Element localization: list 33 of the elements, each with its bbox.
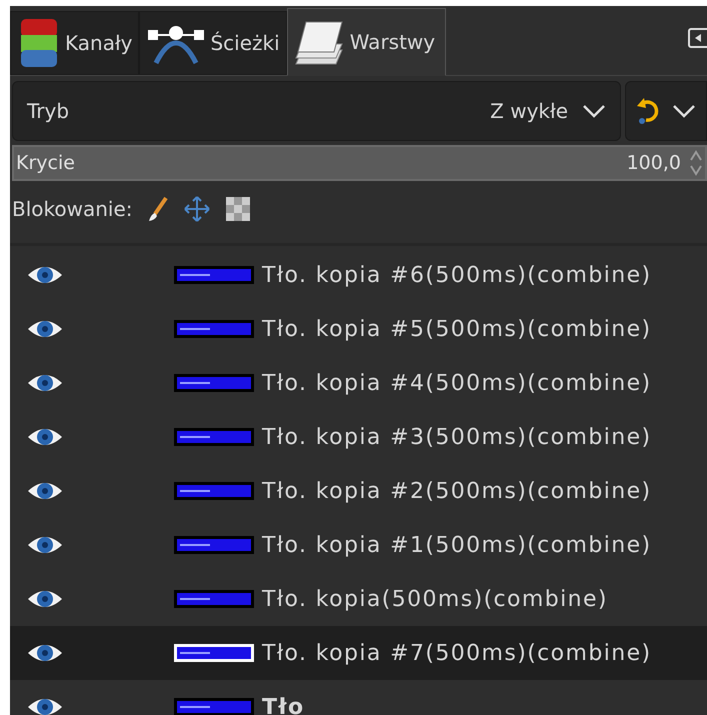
tab[interactable]: Warstwy bbox=[286, 8, 446, 76]
brush-icon[interactable] bbox=[146, 196, 169, 222]
layer-row[interactable]: Tło. kopia #7(500ms)(combine) bbox=[10, 626, 707, 680]
layer-row[interactable]: Tło. kopia #4(500ms)(combine) bbox=[10, 356, 707, 410]
layer-name: Tło. kopia #5(500ms)(combine) bbox=[262, 316, 652, 344]
move-icon[interactable] bbox=[182, 195, 211, 223]
layer-row[interactable]: Tło. kopia #1(500ms)(combine) bbox=[10, 518, 707, 572]
lock-label: Blokowanie: bbox=[12, 196, 133, 223]
checkerboard-icon[interactable] bbox=[224, 196, 251, 222]
layer-name: Tło. kopia(500ms)(combine) bbox=[262, 586, 608, 614]
layer-row[interactable]: Tło. kopia #3(500ms)(combine) bbox=[10, 410, 707, 464]
layer-name: Tło. kopia #1(500ms)(combine) bbox=[262, 532, 652, 560]
layer-name: Tło bbox=[262, 694, 304, 715]
tab[interactable]: Ścieżki bbox=[139, 11, 287, 75]
chevron-icon bbox=[672, 104, 696, 118]
reset-mode-button[interactable] bbox=[625, 81, 707, 141]
layer-name: Tło. kopia #2(500ms)(combine) bbox=[262, 478, 652, 506]
panel-menu-icon[interactable] bbox=[687, 27, 707, 49]
chevron-icon bbox=[582, 104, 606, 118]
mode-dropdown[interactable]: Tryb Z wykłe bbox=[12, 81, 621, 141]
layer-name: Tło. kopia #3(500ms)(combine) bbox=[262, 424, 652, 452]
layer-row[interactable]: Tło. kopia #6(500ms)(combine) bbox=[10, 248, 707, 302]
tab[interactable]: Kanały bbox=[10, 11, 140, 75]
opacity-value: 100,0 bbox=[626, 150, 681, 176]
layer-name: Tło. kopia #6(500ms)(combine) bbox=[262, 262, 652, 290]
layer-row[interactable]: Tło. kopia(500ms)(combine) bbox=[10, 572, 707, 626]
opacity-label: Krycie bbox=[15, 150, 75, 176]
layer-row[interactable]: Tło bbox=[10, 680, 707, 715]
layer-name: Tło. kopia #4(500ms)(combine) bbox=[262, 370, 652, 398]
opacity-slider[interactable]: Krycie 100,0 bbox=[12, 145, 707, 181]
layer-row[interactable]: Tło. kopia #2(500ms)(combine) bbox=[10, 464, 707, 518]
layer-name: Tło. kopia #7(500ms)(combine) bbox=[262, 640, 652, 668]
layer-row[interactable]: Tło. kopia #5(500ms)(combine) bbox=[10, 302, 707, 356]
